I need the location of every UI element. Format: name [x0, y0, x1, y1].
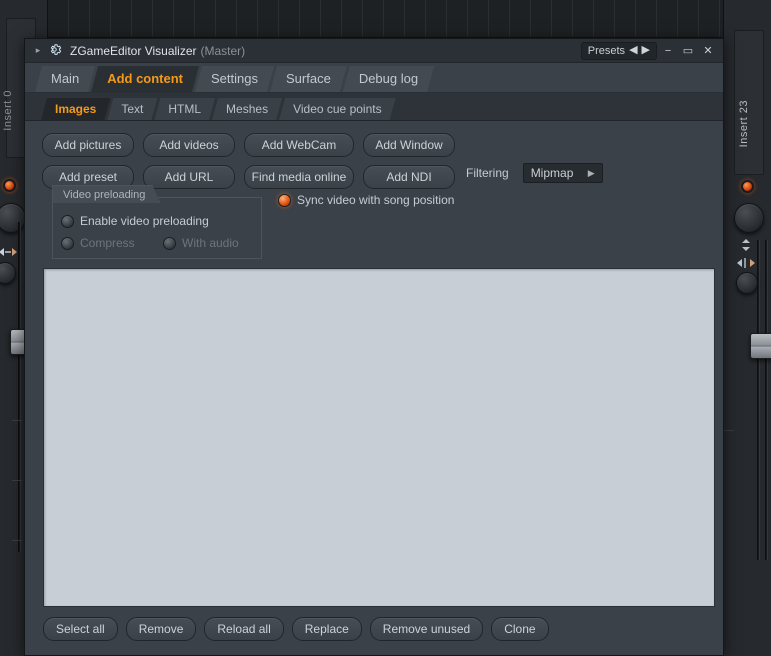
tab-add-content[interactable]: Add content: [91, 66, 199, 92]
remove-button[interactable]: Remove: [125, 617, 197, 641]
chevron-right-icon: ▶: [587, 168, 595, 178]
mixer-left-pan-knob[interactable]: [0, 203, 26, 233]
enable-video-preloading-row[interactable]: Enable video preloading: [61, 214, 209, 228]
minimize-button[interactable]: −: [659, 42, 677, 60]
tab-debug-log[interactable]: Debug log: [343, 66, 434, 92]
filtering-label: Filtering: [466, 166, 509, 180]
with-audio-radio[interactable]: [163, 236, 176, 250]
tab-settings[interactable]: Settings: [195, 66, 274, 92]
gear-icon[interactable]: [47, 42, 65, 60]
add-pictures-button[interactable]: Add pictures: [42, 133, 134, 157]
stereo-separation-icon: [0, 245, 17, 257]
pan-arrows-icon: [737, 256, 755, 268]
select-all-button[interactable]: Select all: [43, 617, 118, 641]
clone-button[interactable]: Clone: [491, 617, 549, 641]
remove-unused-button[interactable]: Remove unused: [369, 617, 484, 641]
mixer-left-track-label: Insert 0: [2, 90, 14, 131]
maximize-button[interactable]: ▭: [679, 42, 697, 60]
titlebar-controls: Presets ◀ ▶ − ▭ ✕: [580, 41, 717, 60]
sub-tab-bar: Images Text HTML Meshes Video cue points: [25, 93, 723, 121]
tab-surface[interactable]: Surface: [270, 66, 347, 92]
compress-row[interactable]: Compress: [61, 236, 135, 250]
video-preloading-group: Video preloading Enable video preloading…: [52, 197, 262, 259]
subtab-html[interactable]: HTML: [154, 98, 215, 120]
sync-video-row[interactable]: Sync video with song position: [278, 193, 454, 207]
expand-arrow-icon[interactable]: ▸: [31, 44, 45, 58]
add-buttons-row-1: Add pictures Add videos Add WebCam Add W…: [42, 133, 455, 157]
mixer-left-led[interactable]: [3, 179, 16, 192]
subtab-text[interactable]: Text: [107, 98, 157, 120]
mixer-left-volume-knob[interactable]: [0, 262, 16, 284]
presets-next-icon[interactable]: ▶: [642, 45, 650, 56]
volume-arrows-icon: [737, 238, 755, 251]
mixer-right-fader-handle[interactable]: [750, 333, 771, 359]
filtering-dropdown[interactable]: Mipmap ▶: [522, 163, 603, 183]
media-list[interactable]: [43, 268, 715, 607]
presets-control[interactable]: Presets ◀ ▶: [580, 41, 657, 60]
presets-prev-icon[interactable]: ◀: [629, 45, 637, 56]
plugin-titlebar: ▸ ZGameEditor Visualizer (Master) Preset…: [25, 39, 723, 63]
main-tab-bar: Main Add content Settings Surface Debug …: [25, 63, 723, 93]
compress-radio[interactable]: [61, 236, 74, 250]
subtab-video-cue-points[interactable]: Video cue points: [279, 98, 396, 120]
tab-main[interactable]: Main: [35, 66, 95, 92]
enable-video-preloading-radio[interactable]: [61, 214, 74, 228]
with-audio-row[interactable]: With audio: [163, 236, 239, 250]
reload-all-button[interactable]: Reload all: [204, 617, 284, 641]
add-webcam-button[interactable]: Add WebCam: [244, 133, 354, 157]
screen-root: Insert 0 Insert 23 ▸ ZGameEditor Visuali…: [0, 0, 771, 656]
filtering-value: Mipmap: [530, 166, 574, 180]
add-url-button[interactable]: Add URL: [143, 165, 235, 189]
mixer-right-led[interactable]: [741, 180, 754, 193]
replace-button[interactable]: Replace: [291, 617, 362, 641]
plugin-window: ▸ ZGameEditor Visualizer (Master) Preset…: [24, 38, 724, 656]
mixer-right-fader-track[interactable]: [757, 240, 760, 560]
sync-video-radio[interactable]: [278, 193, 291, 207]
mixer-right-pan-knob[interactable]: [734, 203, 764, 233]
sync-video-label: Sync video with song position: [297, 193, 455, 207]
video-preloading-title: Video preloading: [52, 185, 160, 203]
mixer-right-fader-track-2[interactable]: [765, 240, 768, 560]
with-audio-label: With audio: [182, 236, 239, 250]
plugin-title-suffix: (Master): [200, 43, 246, 58]
add-ndi-button[interactable]: Add NDI: [363, 165, 455, 189]
mixer-right-volume-knob[interactable]: [736, 272, 758, 294]
mixer-left-fader-track[interactable]: [18, 222, 21, 552]
enable-video-preloading-label: Enable video preloading: [80, 214, 209, 228]
host-top-toolbar: [48, 0, 771, 38]
mixer-right-track-label: Insert 23: [738, 100, 750, 148]
find-media-online-button[interactable]: Find media online: [244, 165, 354, 189]
filtering-control-group: Filtering Mipmap ▶: [466, 163, 603, 183]
add-window-button[interactable]: Add Window: [363, 133, 455, 157]
add-content-panel: Add pictures Add videos Add WebCam Add W…: [25, 121, 723, 655]
plugin-title: ZGameEditor Visualizer: [70, 43, 197, 58]
subtab-images[interactable]: Images: [41, 98, 110, 120]
list-action-buttons: Select all Remove Reload all Replace Rem…: [43, 617, 549, 641]
add-videos-button[interactable]: Add videos: [143, 133, 235, 157]
compress-label: Compress: [80, 236, 135, 250]
close-button[interactable]: ✕: [699, 42, 717, 60]
subtab-meshes[interactable]: Meshes: [212, 98, 282, 120]
mixer-strip-right[interactable]: Insert 23: [723, 0, 771, 656]
presets-label: Presets: [587, 44, 626, 57]
